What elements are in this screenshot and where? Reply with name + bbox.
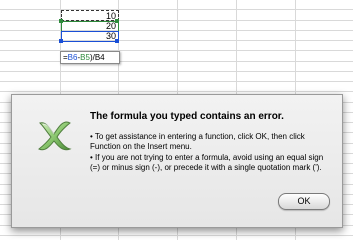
range-handle-b5[interactable]	[59, 39, 63, 43]
formula-ref-b6: B6	[67, 53, 78, 62]
formula-ref-b5: B5	[80, 53, 90, 62]
range-handle-b6[interactable]	[59, 19, 63, 23]
ok-button[interactable]: OK	[278, 193, 330, 210]
formula-text: )/B4	[89, 53, 105, 62]
excel-x-icon	[38, 121, 72, 151]
cell-b6[interactable]: 30	[62, 31, 116, 41]
dialog-message-1: • To get assistance in entering a functi…	[90, 132, 305, 151]
range-handle-b5[interactable]	[115, 39, 119, 43]
cell-b5[interactable]: 20	[62, 21, 116, 31]
formula-error-dialog: The formula you typed contains an error.…	[11, 94, 343, 228]
cell-b4[interactable]: 10	[62, 11, 116, 21]
dialog-message-2: • If you are not trying to enter a formu…	[90, 153, 324, 172]
range-handle-b6[interactable]	[115, 19, 119, 23]
dialog-title: The formula you typed contains an error.	[90, 111, 284, 122]
formula-edit-tooltip: =B6-B5)/B4	[60, 51, 120, 64]
